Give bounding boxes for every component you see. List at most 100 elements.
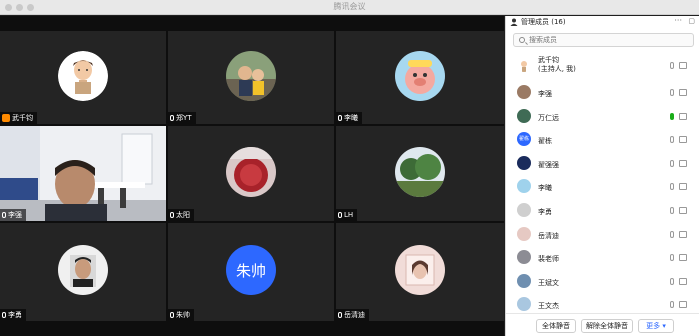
camera-icon[interactable] [679,89,687,96]
panel-title: 管理成员 (16) [521,18,566,26]
mute-all-button[interactable]: 全体静音 [536,319,576,333]
avatar [226,50,276,101]
member-list: 武千钧 (主持人, 我) 李强 万仁远 翟栋 翟栋 翟强强 李曦 李勇 岳清迪 … [506,54,699,317]
mic-icon[interactable] [670,206,674,214]
list-item[interactable]: 王斌文 [506,270,699,294]
member-name: 李强 [538,90,552,98]
mic-icon[interactable] [670,277,674,285]
avatar [395,50,445,101]
mic-active-icon[interactable] [670,112,674,120]
unmute-all-button[interactable]: 解除全体静音 [581,319,633,333]
participant-label: LH [336,209,358,221]
member-name: 李曦 [538,184,552,193]
mic-icon[interactable] [670,159,674,167]
camera-icon[interactable] [679,62,687,69]
list-item[interactable]: 李强 [506,81,699,105]
mic-icon [2,212,6,218]
popout-icon[interactable]: ▢ [688,17,695,25]
member-name: 翟栋 [538,137,552,146]
list-item[interactable]: 岳清迪 [506,223,699,247]
camera-icon[interactable] [679,301,687,309]
people-icon [510,18,518,26]
avatar [517,179,531,194]
video-tile[interactable]: 李曦 [336,31,504,124]
avatar [226,146,276,197]
list-item[interactable]: 万仁远 [506,105,699,129]
mic-icon [338,115,342,121]
camera-icon[interactable] [679,136,687,144]
participant-label: 太阳 [168,209,194,221]
mic-icon[interactable] [670,89,674,96]
participant-label: 岳清迪 [336,309,369,321]
search-box[interactable] [513,33,694,47]
avatar [517,226,531,241]
member-name: 翟强强 [538,160,559,169]
mic-icon [2,312,6,318]
mic-icon [338,312,342,318]
mic-icon [170,212,174,218]
camera-icon[interactable] [679,206,687,214]
video-tile[interactable]: 太阳 [168,126,334,221]
mic-icon[interactable] [670,183,674,191]
member-name: 王斌文 [538,278,559,287]
avatar [58,245,108,295]
panel-footer: 全体静音 解除全体静音 更多 ▾ [506,313,699,336]
camera-icon[interactable] [679,112,687,120]
list-item[interactable]: 裴老师 [506,246,699,270]
avatar [395,245,445,295]
video-tile[interactable]: 李勇 [0,223,166,321]
video-tile[interactable]: 朱帅 朱帅 [168,223,334,321]
avatar: 翟栋 [517,132,531,147]
avatar [517,85,531,99]
avatar-initials: 朱帅 [235,261,266,280]
avatar [517,273,531,288]
avatar [517,202,531,217]
list-item[interactable]: 武千钧 (主持人, 我) [506,54,699,81]
list-item[interactable]: 翟栋 翟栋 [506,128,699,152]
member-name: 王文杰 [538,302,559,311]
video-grid: 武千钧 郑YT 李曦 李强 太阳 LH 李勇 朱帅 朱帅 岳清迪 [0,16,504,336]
mic-icon[interactable] [670,230,674,238]
more-options-icon[interactable]: ··· [674,16,682,25]
search-input[interactable] [529,35,689,45]
panel-header: 管理成员 (16) ··· ▢ [506,16,699,28]
video-tile[interactable]: 武千钧 [0,31,166,124]
video-tile[interactable]: 郑YT [168,31,334,124]
camera-feed [0,126,166,221]
more-button[interactable]: 更多 ▾ [638,319,674,333]
window-titlebar: 腾讯会议 [0,0,699,15]
list-item[interactable]: 李勇 [506,199,699,223]
list-item[interactable]: 李曦 [506,175,699,199]
mic-icon[interactable] [670,254,674,262]
avatar [517,58,531,72]
member-name: 武千钧 (主持人, 我) [538,56,576,73]
mic-icon[interactable] [670,62,674,69]
camera-icon[interactable] [679,159,687,167]
avatar [58,50,108,101]
list-item[interactable]: 翟强强 [506,152,699,176]
avatar [517,297,531,312]
member-name: 裴老师 [538,255,559,264]
camera-icon[interactable] [679,277,687,285]
participant-label: 朱帅 [168,309,194,321]
avatar [517,108,531,123]
participant-label: 李强 [0,209,26,221]
camera-icon[interactable] [679,183,687,191]
video-tile[interactable]: LH [336,126,504,221]
avatar [517,155,531,170]
member-name: 岳清迪 [538,231,559,240]
video-tile-camera[interactable]: 李强 [0,126,166,221]
mic-icon[interactable] [670,136,674,144]
participant-label: 李曦 [336,112,362,124]
avatar: 朱帅 [226,245,276,295]
participant-label: 郑YT [168,112,196,124]
mic-icon [170,115,174,121]
member-name: 李勇 [538,207,552,216]
participant-label: 李勇 [0,309,26,321]
host-icon [2,114,10,122]
camera-icon[interactable] [679,230,687,238]
mic-icon[interactable] [670,301,674,309]
video-tile[interactable]: 岳清迪 [336,223,504,321]
avatar [395,146,445,197]
camera-icon[interactable] [679,254,687,262]
